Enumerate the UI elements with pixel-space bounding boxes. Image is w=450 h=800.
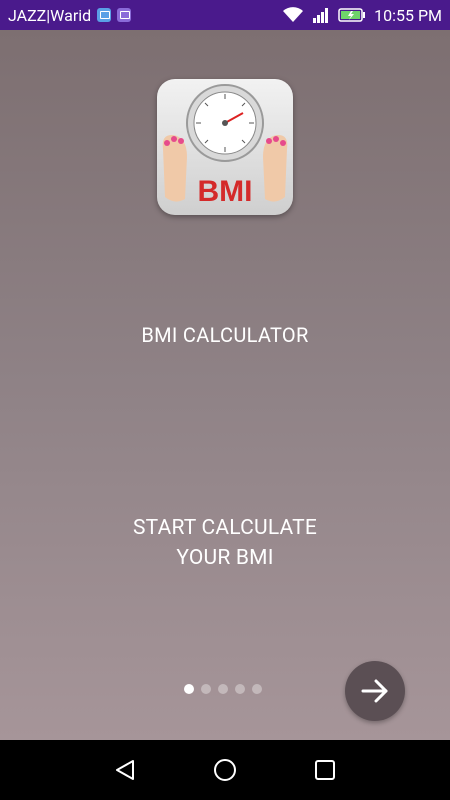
svg-text:BMI: BMI [198, 175, 253, 208]
wifi-icon [283, 7, 304, 22]
back-icon[interactable] [113, 758, 137, 782]
status-left: JAZZ|Warid [0, 5, 132, 25]
pager-dot-2[interactable] [201, 684, 211, 694]
status-right: 10:55 PM [282, 6, 450, 25]
tagline: START CALCULATE YOUR BMI [0, 513, 450, 573]
clock: 10:55 PM [374, 5, 442, 25]
bmi-app-logo: BMI [157, 79, 293, 215]
home-icon[interactable] [213, 758, 237, 782]
recents-icon[interactable] [313, 758, 337, 782]
pager-dot-5[interactable] [252, 684, 262, 694]
onboarding-screen: BMI BMI CALCULATOR START CALCULATE YOUR … [0, 30, 450, 740]
pager-dot-4[interactable] [235, 684, 245, 694]
arrow-right-icon [361, 679, 388, 703]
next-button[interactable] [345, 661, 405, 721]
pager-dot-3[interactable] [218, 684, 228, 694]
signal-icon [313, 8, 329, 23]
carrier-label: JAZZ|Warid [8, 5, 92, 25]
pager-dots [184, 684, 262, 694]
app-title: BMI CALCULATOR [141, 323, 309, 347]
battery-charging-icon [338, 8, 366, 22]
tagline-line-1: START CALCULATE [133, 516, 317, 540]
tagline-line-2: YOUR BMI [176, 546, 274, 570]
pager-dot-1[interactable] [184, 684, 194, 694]
status-bar: JAZZ|Warid 10:55 PM [0, 0, 450, 30]
notification-image-icon [117, 8, 132, 22]
navigation-bar [0, 740, 450, 800]
notification-app-icon [97, 8, 112, 22]
